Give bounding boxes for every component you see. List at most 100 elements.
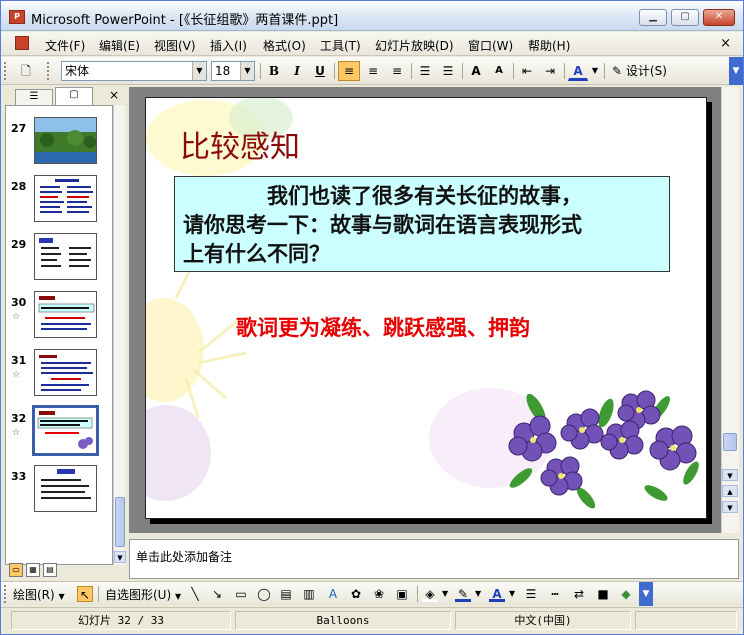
- slideshow-view-button[interactable]: ▤: [43, 563, 57, 577]
- slide-preview[interactable]: [34, 233, 97, 280]
- autoshapes-menu[interactable]: 自选图形(U) ▼: [105, 586, 181, 603]
- oval-tool-button[interactable]: ◯: [256, 586, 272, 602]
- notes-pane[interactable]: 单击此处添加备注: [129, 539, 739, 579]
- question-textbox[interactable]: 我们也读了很多有关长征的故事， 请你思考一下：故事与歌词在语言表现形式 上有什么…: [174, 176, 670, 272]
- scroll-down-button[interactable]: ▼: [114, 551, 126, 563]
- thumbnails-scrollbar[interactable]: ▼: [113, 105, 126, 565]
- slide-thumbnail-29[interactable]: 29: [6, 232, 112, 284]
- menu-edit[interactable]: 编辑(E): [99, 37, 140, 54]
- fill-color-button[interactable]: ◈: [422, 586, 438, 602]
- italic-button[interactable]: I: [287, 61, 307, 81]
- wordart-button[interactable]: A: [325, 586, 341, 602]
- slide-title[interactable]: 比较感知: [180, 122, 300, 166]
- design-button[interactable]: ✎ 设计(S): [609, 61, 673, 81]
- document-icon[interactable]: [15, 36, 29, 50]
- line-color-dropdown[interactable]: ▼: [475, 589, 481, 598]
- menu-help[interactable]: 帮助(H): [528, 37, 570, 54]
- clipart-button[interactable]: ❀: [371, 586, 387, 602]
- toolbar-grip[interactable]: [4, 585, 8, 603]
- tab-slides[interactable]: ▢: [55, 87, 93, 105]
- title-bar[interactable]: P Microsoft PowerPoint - [《长征组歌》两首课件.ppt…: [1, 1, 743, 31]
- fill-color-dropdown[interactable]: ▼: [442, 589, 448, 598]
- maximize-button[interactable]: ▢: [671, 9, 699, 26]
- toolbar-grip[interactable]: [47, 62, 51, 80]
- close-button[interactable]: ✕: [703, 9, 735, 26]
- align-center-button[interactable]: ≡: [362, 61, 384, 81]
- shadow-style-button[interactable]: ■: [595, 586, 611, 602]
- draw-menu[interactable]: 绘图(R) ▼: [13, 586, 65, 603]
- slide-thumbnail-32[interactable]: 32 ☆: [6, 405, 112, 458]
- line-color-button[interactable]: ✎: [455, 586, 471, 602]
- minimize-button[interactable]: ▁: [639, 9, 667, 26]
- numbering-button[interactable]: ☰: [415, 61, 435, 81]
- chevron-down-icon[interactable]: ▼: [240, 62, 254, 80]
- scrollbar-thumb[interactable]: [115, 497, 125, 547]
- arrow-style-button[interactable]: ⇄: [571, 586, 587, 602]
- slide-preview[interactable]: [34, 349, 97, 396]
- powerpoint-app-icon[interactable]: P: [9, 10, 25, 24]
- next-slide-button[interactable]: ▼: [722, 501, 738, 513]
- toolbar-options-button[interactable]: ▼: [639, 582, 653, 606]
- toolbar-options-button[interactable]: ▼: [729, 57, 743, 85]
- slide-thumbnail-28[interactable]: 28: [6, 174, 112, 226]
- arrow-tool-button[interactable]: ↘: [209, 586, 225, 602]
- vertical-textbox-button[interactable]: ▥: [301, 586, 317, 602]
- scrollbar-thumb[interactable]: [723, 433, 737, 451]
- slide-thumbnail-31[interactable]: 31 ☆: [6, 348, 112, 400]
- font-size-combo[interactable]: 18 ▼: [211, 61, 255, 81]
- oval-icon: ◯: [257, 587, 271, 601]
- answer-text[interactable]: 歌词更为凝练、跳跃感强、押韵: [236, 312, 530, 342]
- slide-preview-selected[interactable]: [32, 405, 99, 456]
- previous-slide-button[interactable]: ▲: [722, 485, 738, 497]
- menu-view[interactable]: 视图(V): [154, 37, 196, 54]
- underline-button[interactable]: U: [310, 61, 330, 81]
- line-style-button[interactable]: ☰: [523, 586, 539, 602]
- slide-thumbnail-27[interactable]: 27: [6, 116, 112, 168]
- menu-slideshow[interactable]: 幻灯片放映(D): [375, 37, 454, 54]
- normal-view-button[interactable]: ▭: [9, 563, 23, 577]
- menu-format[interactable]: 格式(O): [263, 37, 306, 54]
- bullets-button[interactable]: ☰: [438, 61, 458, 81]
- slide-scrollbar[interactable]: ▼ ▲ ▼: [721, 87, 739, 533]
- 3d-style-button[interactable]: ◆: [618, 586, 634, 602]
- slide-preview[interactable]: [34, 465, 97, 512]
- rectangle-tool-button[interactable]: ▭: [233, 586, 249, 602]
- scroll-down-button[interactable]: ▼: [722, 469, 738, 481]
- align-left-button[interactable]: ≡: [338, 61, 360, 81]
- grow-font-button[interactable]: A: [466, 61, 486, 81]
- menu-file[interactable]: 文件(F): [45, 37, 85, 54]
- dash-style-button[interactable]: ┅: [547, 586, 563, 602]
- bold-button[interactable]: B: [264, 61, 284, 81]
- font-color-dropdown[interactable]: ▼: [590, 61, 600, 81]
- menu-window[interactable]: 窗口(W): [468, 37, 513, 54]
- slide-thumbnail-33[interactable]: 33: [6, 464, 112, 516]
- draw-font-color-button[interactable]: A: [489, 586, 505, 602]
- pane-close-button[interactable]: ×: [109, 88, 119, 102]
- slide-preview[interactable]: [34, 175, 97, 222]
- chevron-down-icon[interactable]: ▼: [192, 62, 206, 80]
- font-name-combo[interactable]: 宋体 ▼: [61, 61, 207, 81]
- slide-preview[interactable]: [34, 117, 97, 164]
- line-tool-button[interactable]: ╲: [187, 586, 203, 602]
- textbox-tool-button[interactable]: ▤: [278, 586, 294, 602]
- align-right-button[interactable]: ≡: [386, 61, 408, 81]
- slide-preview[interactable]: [34, 291, 97, 338]
- slide-thumbnail-30[interactable]: 30 ☆: [6, 290, 112, 342]
- increase-indent-button[interactable]: ⇥: [540, 61, 560, 81]
- diagram-button[interactable]: ✿: [348, 586, 364, 602]
- shrink-font-button[interactable]: A: [489, 61, 509, 81]
- new-document-button[interactable]: 🗋: [15, 61, 37, 81]
- insert-picture-button[interactable]: ▣: [394, 586, 410, 602]
- violet-flowers-clipart[interactable]: [506, 388, 706, 513]
- menu-tools[interactable]: 工具(T): [320, 37, 361, 54]
- font-color-button[interactable]: A: [568, 61, 588, 81]
- toolbar-grip[interactable]: [4, 62, 8, 80]
- menu-insert[interactable]: 插入(I): [210, 37, 247, 54]
- document-close-button[interactable]: ×: [720, 36, 731, 51]
- decrease-indent-button[interactable]: ⇤: [517, 61, 537, 81]
- tab-outline[interactable]: ☰: [15, 89, 53, 105]
- draw-font-color-dropdown[interactable]: ▼: [509, 589, 515, 598]
- current-slide[interactable]: 比较感知 我们也读了很多有关长征的故事， 请你思考一下：故事与歌词在语言表现形式…: [145, 97, 707, 519]
- slide-sorter-view-button[interactable]: ▦: [26, 563, 40, 577]
- select-objects-button[interactable]: ↖: [77, 586, 93, 602]
